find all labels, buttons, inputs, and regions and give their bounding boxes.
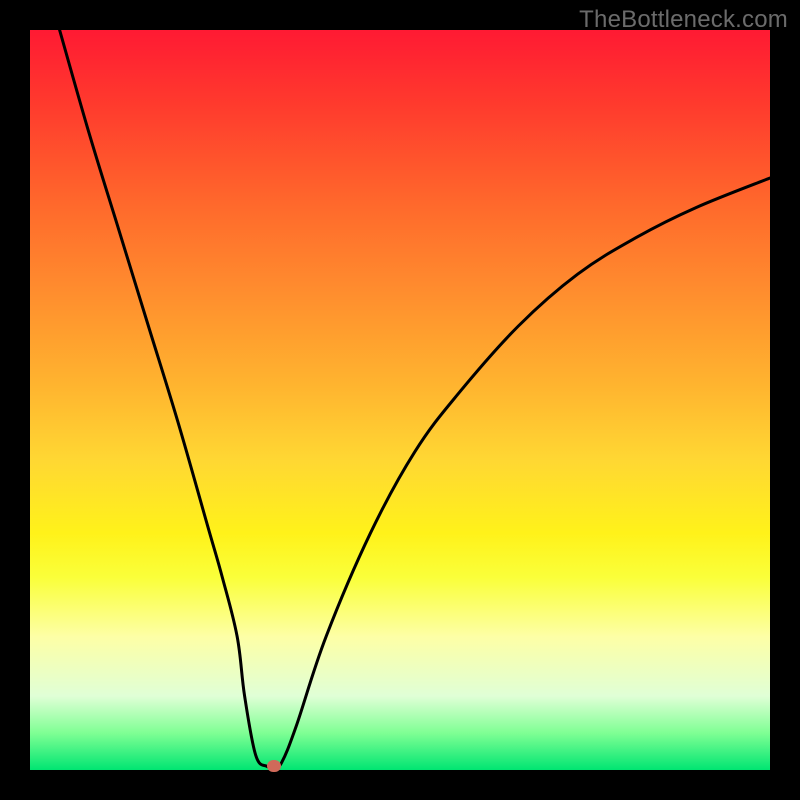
chart-frame: TheBottleneck.com (0, 0, 800, 800)
bottleneck-curve (30, 30, 770, 770)
watermark-label: TheBottleneck.com (579, 6, 788, 34)
plot-area (30, 30, 770, 770)
minimum-marker (267, 760, 281, 772)
